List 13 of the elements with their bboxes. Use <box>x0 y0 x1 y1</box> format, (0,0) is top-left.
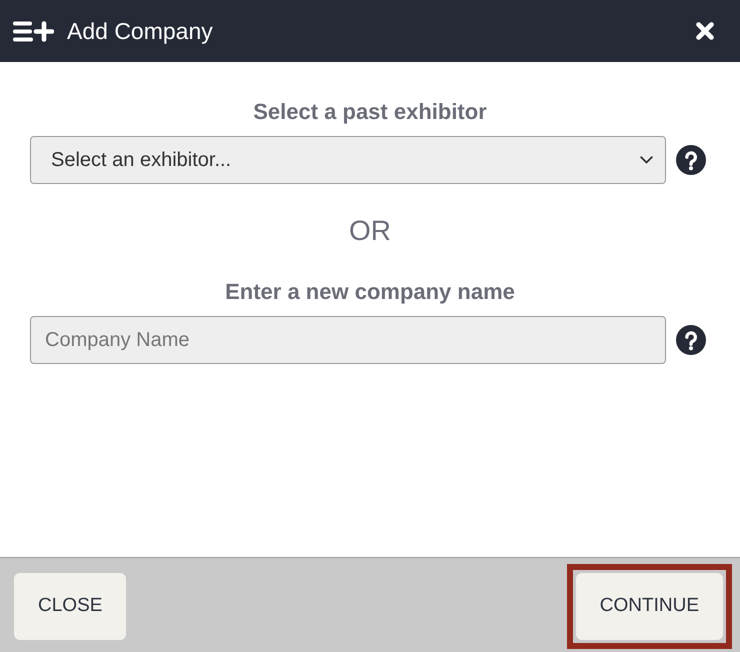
help-icon[interactable] <box>676 325 706 355</box>
or-separator: OR <box>349 214 391 248</box>
exhibitor-dropdown[interactable]: Select an exhibitor... <box>30 136 666 184</box>
dialog-title: Add Company <box>67 18 213 44</box>
company-name-field[interactable]: Company Name <box>30 316 666 364</box>
section-label: Select a past exhibitor <box>253 99 487 125</box>
close-button[interactable]: CLOSE <box>14 572 126 640</box>
chevron-down-icon <box>640 156 653 164</box>
continue-button[interactable]: CONTINUE <box>576 572 723 640</box>
help-icon[interactable] <box>676 145 706 175</box>
add-list-icon <box>13 20 54 42</box>
section-label: Enter a new company name <box>225 279 515 305</box>
close-icon[interactable] <box>696 22 714 40</box>
